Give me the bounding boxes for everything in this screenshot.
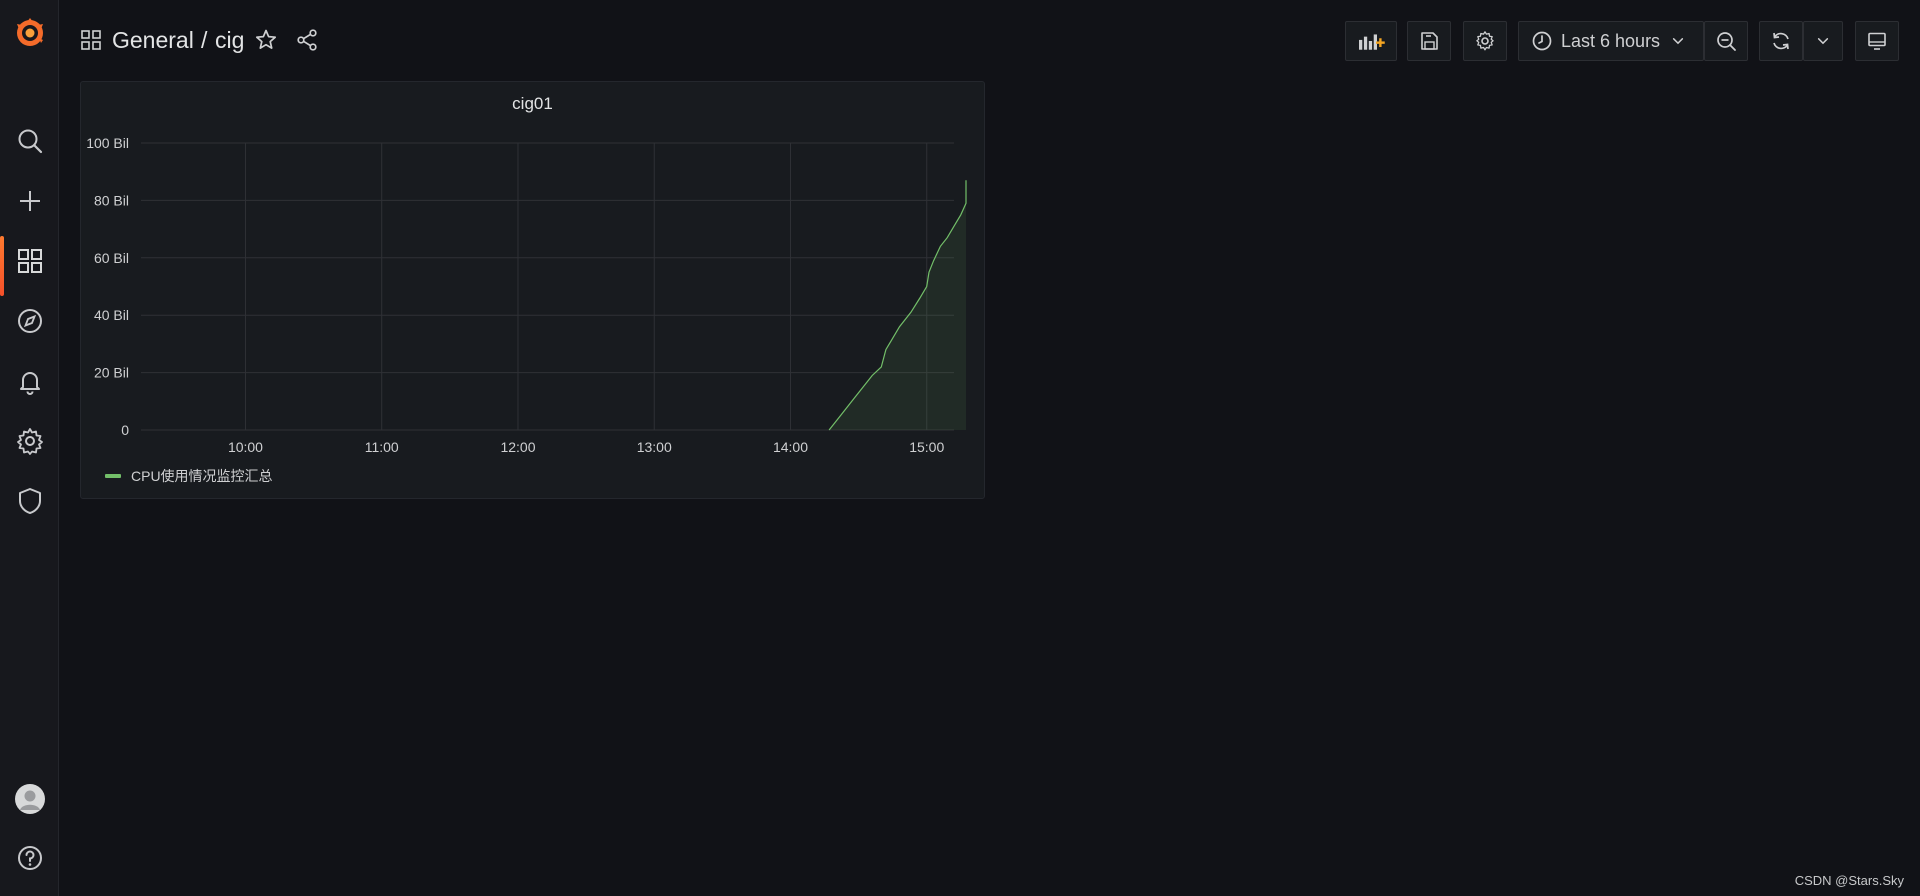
time-range-label: Last 6 hours [1561,30,1661,51]
zoom-out-icon [1717,32,1736,51]
y-tick-label: 20 Bil [94,365,129,381]
compass-icon [17,309,42,333]
save-icon [1421,32,1438,50]
x-tick-label: 15:00 [909,439,944,455]
series-area [829,180,966,430]
sidebar-item-search[interactable] [0,116,59,166]
y-tick-label: 80 Bil [94,192,129,208]
dashboards-icon [81,30,101,50]
sidebar-item-configuration[interactable] [0,416,59,466]
sidebar-item-dashboards[interactable] [0,236,59,296]
search-icon [18,129,42,154]
help-icon [17,846,42,870]
breadcrumb-dashboard-title[interactable]: cig [215,27,244,54]
sidebar-item-server-admin[interactable] [0,476,59,526]
monitor-icon [1868,32,1886,50]
bell-icon [19,372,40,395]
dashboard-nav: General / cig Last 6 hours [59,0,1920,80]
gear-icon [1476,31,1494,51]
legend-series-label[interactable]: CPU使用情况监控汇总 [131,466,273,486]
refresh-interval-dropdown[interactable] [1803,21,1843,61]
time-range-picker[interactable]: Last 6 hours [1518,21,1704,61]
add-panel-button[interactable] [1345,21,1397,61]
avatar [14,784,45,814]
sidebar [0,0,59,896]
chart-svg: 0 20 Bil 40 Bil 60 Bil 80 Bil 100 Bil 10:00 11:… [86,135,967,455]
breadcrumb-folder[interactable]: General [112,27,194,54]
refresh-icon [1773,32,1789,50]
x-tick-label: 14:00 [773,439,808,455]
tv-mode-button[interactable] [1855,21,1899,61]
x-tick-label: 10:00 [228,439,263,455]
y-tick-label: 60 Bil [94,250,129,266]
grafana-logo-icon[interactable] [10,12,50,52]
y-tick-label: 0 [121,422,129,438]
breadcrumb-separator: / [201,27,208,53]
x-tick-label: 12:00 [500,439,535,455]
sidebar-item-create[interactable] [0,176,59,226]
shield-icon [18,488,41,514]
add-panel-icon [1359,34,1385,50]
save-dashboard-button[interactable] [1407,21,1451,61]
plus-icon [19,191,40,211]
zoom-out-button[interactable] [1704,21,1748,61]
x-tick-label: 11:00 [365,439,399,455]
legend: CPU使用情况监控汇总 [105,466,273,486]
watermark: CSDN @Stars.Sky [1794,873,1904,888]
share-icon[interactable] [295,28,319,52]
sidebar-item-profile[interactable] [0,774,59,824]
y-tick-label: 100 Bil [86,135,129,151]
graph-panel[interactable]: cig01 0 20 Bil 40 Bil 60 Bil 80 Bil 100 Bil 10… [80,81,985,499]
refresh-button[interactable] [1759,21,1803,61]
legend-swatch[interactable] [105,474,121,478]
chevron-down-icon [1672,38,1684,45]
gear-icon [16,428,43,455]
sidebar-item-explore[interactable] [0,296,59,346]
dashboards-icon [17,249,42,273]
star-icon[interactable] [254,28,278,52]
sidebar-item-alerting[interactable] [0,356,59,406]
x-tick-label: 13:00 [637,439,672,455]
chevron-down-icon [1817,38,1829,45]
sidebar-item-help[interactable] [0,833,59,883]
dashboard-settings-button[interactable] [1463,21,1507,61]
y-tick-label: 40 Bil [94,307,129,323]
clock-icon [1532,31,1552,51]
